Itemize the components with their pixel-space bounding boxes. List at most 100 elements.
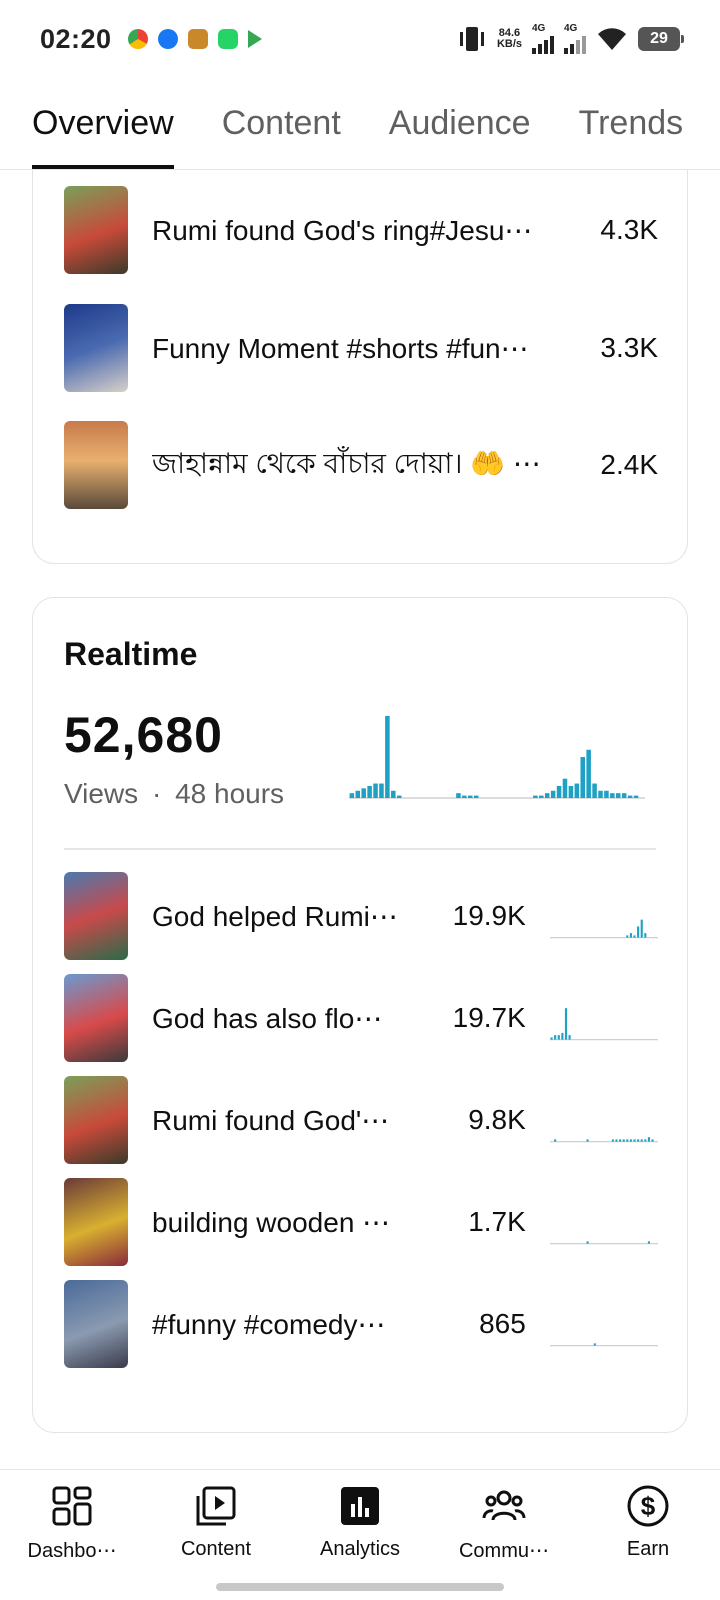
video-thumbnail [64,872,128,960]
sparkline-bar [593,1343,596,1346]
content-icon [196,1486,236,1526]
realtime-subtitle: Views · 48 hours [64,778,284,810]
tab-content[interactable]: Content [222,104,341,169]
top-content-row[interactable]: Rumi found God's ring#Jesu⋯ 4.3K [64,186,658,274]
separator-dot: · [151,778,162,809]
video-title: God helped Rumi⋯ [152,900,398,932]
signal-1: 4G [532,24,554,54]
video-thumbnail [64,1280,128,1368]
realtime-bar-chart [349,716,645,799]
chart-bar [574,783,580,798]
sparkline-bar [640,919,643,938]
top-content-row[interactable]: Funny Moment #shorts #fun⋯ 3.3K [64,304,658,392]
chart-bar [616,793,621,798]
sparkline-bar [647,1241,650,1244]
chart-bar [462,795,467,798]
chart-bar [349,793,355,798]
realtime-views-count: 52,680 [64,707,223,763]
tab-audience[interactable]: Audience [389,104,531,169]
sparkline-bar [615,1139,618,1142]
chart-bar [556,785,562,798]
video-title: জাহান্নাম থেকে বাঁচার দোয়া। 🤲 ⋯ [152,447,541,479]
top-content-card: Rumi found God's ring#Jesu⋯ 4.3K Funny M… [32,150,688,564]
video-sparkline [549,1008,658,1041]
sparkline-bar [564,1008,567,1040]
video-thumbnail [64,421,128,509]
sparkline-bar [633,1139,636,1142]
chart-bar [633,795,639,798]
sparkline-bar [586,1241,589,1244]
sparkline-bar [553,1035,557,1040]
sparkline-bar [644,933,647,938]
bottom-navigation: Dashbo⋯ Content Analytics Commu⋯ $ Earn [0,1469,720,1600]
network-speed: 84.6 KB/s [497,28,522,50]
video-thumbnail [64,304,128,392]
analytics-tabs: Overview Content Audience Trends [0,78,720,170]
sparkline-bar [636,926,639,938]
period-label: 48 hours [175,778,285,809]
chart-bar [367,785,372,798]
chart-bar [544,793,550,798]
svg-text:$: $ [641,1491,656,1521]
play-store-icon [247,30,262,48]
tab-overview[interactable]: Overview [32,104,174,169]
nav-earn[interactable]: $ Earn [576,1470,720,1600]
chart-bar [562,778,568,798]
sparkline-bar [618,1139,621,1142]
sparkline-bar [629,1139,632,1142]
realtime-video-row[interactable]: #funny #comedy⋯ 865 [64,1280,658,1368]
video-thumbnail [64,186,128,274]
realtime-video-row[interactable]: God helped Rumi⋯ 19.9K [64,872,658,960]
realtime-video-row[interactable]: God has also flo⋯ 19.7K [64,974,658,1062]
realtime-card[interactable]: Realtime 52,680 Views · 48 hours God hel… [32,597,688,1433]
status-notification-icons [127,29,262,49]
realtime-video-row[interactable]: Rumi found God'⋯ 9.8K [64,1076,658,1164]
signal-bars-icon [532,34,554,54]
video-views: 19.7K [452,1002,526,1033]
game-app-icon [187,29,208,49]
video-views: 865 [479,1308,526,1339]
video-views: 19.9K [452,900,526,931]
chart-bar [604,790,609,798]
sparkline-bar [629,933,632,938]
chart-bar [396,795,402,798]
sparkline-bar [640,1139,643,1142]
chart-bar [533,795,538,798]
nav-content[interactable]: Content [144,1470,288,1600]
views-label: Views [64,778,139,809]
sparkline-bar [561,1032,564,1040]
status-bar: 02:20 84.6 KB/s 4G 4G 29 [0,0,720,78]
video-title: Rumi found God'⋯ [152,1104,390,1136]
chrome-icon [127,29,148,49]
chart-bar [627,795,633,798]
chart-bar [468,795,473,798]
chart-bar [550,790,556,798]
tab-trends[interactable]: Trends [579,104,684,169]
chart-bar [610,793,615,798]
video-sparkline [549,919,658,939]
nav-label: Dashbo⋯ [27,1540,117,1562]
chart-bar [598,790,603,798]
sparkline-bar [622,1139,625,1142]
home-indicator[interactable] [216,1583,504,1591]
video-views: 1.7K [468,1206,526,1237]
nav-community[interactable]: Commu⋯ [432,1470,576,1600]
chart-bar [539,795,544,798]
messenger-icon [157,29,178,49]
nav-analytics[interactable]: Analytics [288,1470,432,1600]
sparkline-bar [553,1139,557,1142]
video-thumbnail [64,1076,128,1164]
status-time: 02:20 [40,23,112,54]
chart-bar [391,790,396,798]
sparkline-bar [568,1035,571,1040]
dashboard-icon [52,1486,92,1526]
chart-bar [580,757,585,798]
sparkline-bar [550,1037,553,1040]
vibrate-icon [459,27,484,51]
realtime-video-row[interactable]: building wooden ⋯ 1.7K [64,1178,658,1266]
signal-bars-icon [564,34,586,54]
nav-dashboard[interactable]: Dashbo⋯ [0,1470,144,1600]
status-indicators: 84.6 KB/s 4G 4G 29 [457,24,684,54]
video-views: 4.3K [600,214,658,245]
top-content-row[interactable]: জাহান্নাম থেকে বাঁচার দোয়া। 🤲 ⋯ 2.4K [64,421,658,509]
